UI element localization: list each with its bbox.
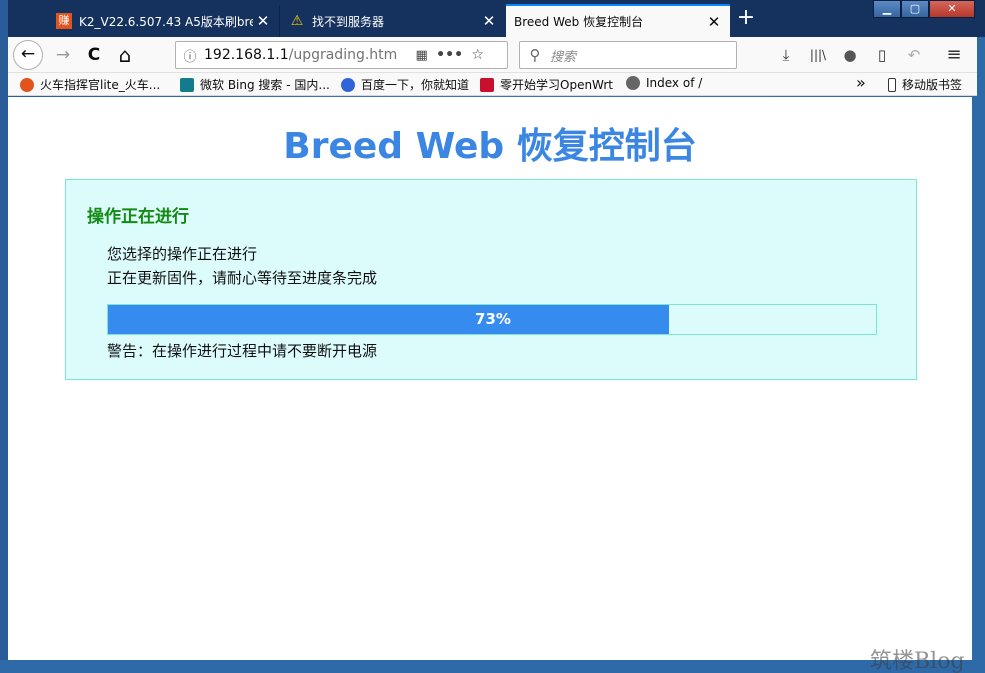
home-button[interactable]: ⌂ bbox=[112, 42, 138, 68]
tab-close-icon[interactable]: ✕ bbox=[704, 13, 724, 31]
window-edge bbox=[0, 660, 985, 673]
search-input[interactable]: ⚲ 搜索 bbox=[519, 41, 737, 69]
tab-favicon-icon: 赚 bbox=[56, 13, 72, 29]
url-bar[interactable]: ⓘ 192.168.1.1 /upgrading.htm ▦ ••• ☆ bbox=[175, 41, 508, 69]
bookmark-label: 零开始学习OpenWrt bbox=[500, 78, 614, 92]
search-placeholder: 搜索 bbox=[550, 49, 577, 65]
tab-k2-breed[interactable]: 赚 K2_V22.6.507.43 A5版本刷bre ✕ bbox=[48, 5, 280, 37]
openwrt-icon bbox=[480, 77, 494, 92]
bookmark-label: 火车指挥官lite_火车... bbox=[40, 78, 161, 92]
bing-icon bbox=[180, 77, 194, 92]
window-controls: ▁ ▢ ✕ bbox=[873, 0, 975, 18]
operation-panel: 操作正在进行 您选择的操作正在进行 正在更新固件，请耐心等待至进度条完成 73%… bbox=[65, 179, 917, 380]
mobile-bookmarks-item[interactable]: 移动版书签 bbox=[888, 76, 962, 93]
back-button[interactable]: ← bbox=[13, 40, 43, 70]
tab-title: Breed Web 恢复控制台 bbox=[514, 15, 644, 29]
bookmarks-bar: 火车指挥官lite_火车... 微软 Bing 搜索 - 国内... 百度一下，… bbox=[8, 73, 977, 96]
search-icon: ⚲ bbox=[529, 46, 541, 64]
bookmarks-overflow-button[interactable]: » bbox=[856, 73, 866, 92]
tab-title: K2_V22.6.507.43 A5版本刷bre bbox=[79, 14, 253, 29]
new-tab-button[interactable]: + bbox=[736, 6, 756, 30]
window-edge bbox=[972, 96, 985, 673]
panel-heading: 操作正在进行 bbox=[87, 207, 189, 227]
warning-icon: ⚠ bbox=[290, 13, 304, 29]
page-title: Breed Web 恢复控制台 bbox=[283, 126, 697, 167]
globe-icon bbox=[626, 76, 640, 90]
progress-label: 73% bbox=[475, 310, 511, 328]
tab-close-icon[interactable]: ✕ bbox=[479, 12, 499, 30]
bookmark-label: 百度一下，你就知道 bbox=[361, 78, 470, 92]
nav-toolbar: ← → C ⌂ ⓘ 192.168.1.1 /upgrading.htm ▦ •… bbox=[8, 37, 977, 73]
bookmark-label: 移动版书签 bbox=[902, 78, 963, 92]
chat-icon[interactable]: ● bbox=[837, 42, 863, 68]
url-path: /upgrading.htm bbox=[288, 47, 398, 63]
warning-text: 警告：在操作进行过程中请不要断开电源 bbox=[107, 342, 378, 360]
status-line: 正在更新固件，请耐心等待至进度条完成 bbox=[107, 269, 378, 287]
close-window-button[interactable]: ✕ bbox=[929, 0, 975, 18]
tab-close-icon[interactable]: ✕ bbox=[253, 12, 273, 30]
info-icon[interactable]: ⓘ bbox=[176, 46, 204, 65]
qr-code-icon[interactable]: ▦ bbox=[409, 48, 435, 63]
library-icon[interactable]: |||\ bbox=[805, 42, 831, 68]
bookmark-label: 微软 Bing 搜索 - 国内... bbox=[200, 78, 330, 92]
mobile-icon bbox=[888, 77, 896, 92]
watermark: 筑楼Blog bbox=[870, 649, 965, 673]
bookmark-star-icon[interactable]: ☆ bbox=[465, 47, 491, 63]
downloads-icon[interactable]: ⤓ bbox=[773, 42, 799, 68]
bookmark-favicon-icon bbox=[20, 77, 34, 92]
page-content: Breed Web 恢复控制台 操作正在进行 您选择的操作正在进行 正在更新固件… bbox=[8, 97, 972, 660]
url-host: 192.168.1.1 bbox=[204, 47, 289, 63]
forward-button[interactable]: → bbox=[50, 42, 76, 68]
undo-icon[interactable]: ↶ bbox=[901, 42, 927, 68]
tab-breed-web[interactable]: Breed Web 恢复控制台 ✕ bbox=[506, 4, 730, 37]
bookmark-item[interactable]: 火车指挥官lite_火车... bbox=[20, 76, 160, 93]
tab-strip: 赚 K2_V22.6.507.43 A5版本刷bre ✕ ⚠ 找不到服务器 ✕ … bbox=[8, 0, 985, 37]
page-actions-button[interactable]: ••• bbox=[435, 47, 465, 63]
bookmark-label: Index of / bbox=[646, 76, 703, 90]
tab-title: 找不到服务器 bbox=[312, 14, 385, 29]
maximize-button[interactable]: ▢ bbox=[901, 0, 929, 18]
bookmark-item[interactable]: 百度一下，你就知道 bbox=[341, 76, 469, 93]
menu-icon[interactable]: ≡ bbox=[941, 42, 967, 68]
bookmark-item[interactable]: Index of / bbox=[626, 76, 702, 90]
reload-button[interactable]: C bbox=[81, 42, 107, 68]
minimize-button[interactable]: ▁ bbox=[873, 0, 901, 18]
tab-server-not-found[interactable]: ⚠ 找不到服务器 ✕ bbox=[281, 5, 505, 37]
bookmark-item[interactable]: 微软 Bing 搜索 - 国内... bbox=[180, 76, 330, 93]
progress-bar: 73% bbox=[107, 304, 877, 335]
status-line: 您选择的操作正在进行 bbox=[107, 245, 258, 263]
baidu-icon bbox=[341, 77, 355, 92]
sidebar-icon[interactable]: ▯ bbox=[869, 42, 895, 68]
bookmark-item[interactable]: 零开始学习OpenWrt bbox=[480, 76, 613, 93]
